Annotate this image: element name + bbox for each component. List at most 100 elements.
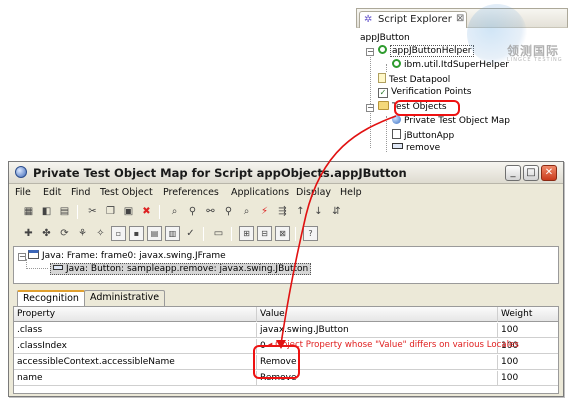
property-cell: .classIndex	[14, 339, 257, 354]
folder-icon	[378, 101, 389, 110]
window-title-bar[interactable]: Private Test Object Map for Script appOb…	[9, 162, 563, 184]
column-header-value[interactable]: Value	[257, 307, 498, 322]
column-header-weight[interactable]: Weight	[498, 307, 558, 322]
tree-guide-line	[386, 64, 387, 72]
find-icon[interactable]: ⌕	[167, 204, 182, 219]
copy-icon[interactable]: ❐	[103, 204, 118, 219]
button-object-icon	[392, 143, 403, 149]
close-icon[interactable]: ⊠	[456, 13, 464, 24]
table-view-icon[interactable]: ⊠	[275, 226, 290, 241]
object-icon[interactable]: ▪	[129, 226, 144, 241]
toolbar-primary: ▦ ◧ ▤ ✂ ❐ ▣ ✖ ⌕ ⚲ ⚯ ⚲ ⌕ ⚡ ⇶ ↑ ↓ ⇵	[13, 202, 559, 222]
refresh-icon[interactable]: ⟳	[57, 226, 72, 241]
highlight-icon[interactable]: ✧	[93, 226, 108, 241]
button-object-icon	[53, 265, 63, 270]
minimize-button[interactable]: _	[505, 165, 521, 181]
script-explorer-icon: ✲	[364, 14, 373, 25]
annotation-text: Object Property whose "Value" differs on…	[275, 340, 519, 350]
tree-item-label: jButtonApp	[404, 131, 455, 141]
clear-icon[interactable]: ⚡	[257, 204, 272, 219]
tree-item-remove-button[interactable]: Java: Button: sampleapp.remove: javax.sw…	[50, 263, 312, 275]
menu-preferences[interactable]: Preferences	[163, 187, 219, 198]
application-icon	[392, 129, 401, 139]
test-object-tree: − Java: Frame: frame0: javax.swing.JFrame…	[13, 246, 559, 284]
save-icon[interactable]: ▦	[21, 204, 36, 219]
menu-test-object[interactable]: Test Object	[100, 187, 153, 198]
tab-recognition[interactable]: Recognition	[17, 290, 85, 307]
tree-item-label: Private Test Object Map	[404, 116, 510, 126]
search-icon[interactable]: ⌕	[239, 204, 254, 219]
save-object-icon[interactable]: ▥	[165, 226, 180, 241]
object-icon[interactable]: ▫	[111, 226, 126, 241]
menu-bar: File Edit Find Test Object Preferences A…	[9, 185, 563, 201]
column-header-property[interactable]: Property	[14, 307, 257, 322]
table-row[interactable]: .class javax.swing.JButton 100	[14, 323, 558, 338]
expand-icon[interactable]: ⇵	[329, 204, 344, 219]
tree-item-remove[interactable]: remove	[392, 143, 440, 156]
tab-script-explorer[interactable]: ✲ Script Explorer ⊠	[359, 11, 467, 28]
menu-file[interactable]: File	[15, 187, 31, 198]
tree-item-private-map[interactable]: Private Test Object Map	[392, 115, 510, 128]
tab-administrative[interactable]: Administrative	[84, 290, 166, 306]
annotation-arrow-icon: ◂	[268, 340, 273, 350]
delete-icon[interactable]: ✖	[139, 204, 154, 219]
tree-item-verification-points[interactable]: ✓ Verification Points	[378, 87, 471, 100]
tree-item-label: Java: Button: sampleapp.remove: javax.sw…	[66, 264, 309, 274]
toolbar-separator	[231, 227, 232, 241]
collapse-toggle[interactable]: −	[366, 104, 374, 112]
annotation-callout: ◂ Object Property whose "Value" differs …	[268, 340, 519, 350]
tree-guide-line	[386, 116, 387, 152]
add-object-icon[interactable]: ✚	[21, 226, 36, 241]
weight-cell[interactable]: 100	[498, 323, 558, 338]
object-map-icon	[15, 166, 27, 178]
update-icon[interactable]: ✤	[39, 226, 54, 241]
split-view-icon[interactable]: ⊞	[239, 226, 254, 241]
menu-find[interactable]: Find	[71, 187, 90, 198]
help-icon[interactable]: ?	[303, 226, 318, 241]
watermark-logo: 领测国际 LINGCE TESTING	[467, 4, 571, 66]
insert-object-icon[interactable]: ◧	[39, 204, 54, 219]
tree-item-label: Verification Points	[391, 87, 472, 97]
datapool-icon	[378, 73, 386, 83]
verify-icon[interactable]: ✓	[183, 226, 198, 241]
maximize-button[interactable]: □	[523, 165, 539, 181]
weight-cell[interactable]: 100	[498, 355, 558, 370]
menu-display[interactable]: Display	[296, 187, 331, 198]
tree-item-helper[interactable]: appJButtonHelper	[378, 45, 474, 58]
tree-item-frame[interactable]: − Java: Frame: frame0: javax.swing.JFrame	[18, 250, 226, 261]
collapse-toggle[interactable]: −	[18, 253, 26, 261]
toolbar-separator	[77, 205, 78, 219]
object-map-icon	[392, 115, 401, 124]
paste-icon[interactable]: ▣	[121, 204, 136, 219]
toolbar-separator	[295, 227, 296, 241]
window-icon[interactable]: ▭	[211, 226, 226, 241]
grid-header-row: Property Value Weight	[14, 307, 558, 322]
tree-item-label: Java: Frame: frame0: javax.swing.JFrame	[42, 251, 226, 261]
menu-edit[interactable]: Edit	[43, 187, 61, 198]
insert-object-icon[interactable]: ▤	[57, 204, 72, 219]
tree-item-datapool[interactable]: Test Datapool	[378, 73, 450, 86]
watermark-subtext: LINGCE TESTING	[507, 57, 563, 63]
tree-guide-line	[26, 259, 27, 269]
property-tabs: Recognition Administrative	[13, 290, 559, 307]
value-cell[interactable]: javax.swing.JButton	[257, 323, 498, 338]
weight-cell[interactable]: 100	[498, 371, 558, 386]
menu-help[interactable]: Help	[340, 187, 362, 198]
search-icon[interactable]: ⚲	[221, 204, 236, 219]
arrow-down-icon[interactable]: ↓	[311, 204, 326, 219]
collapse-toggle[interactable]: −	[366, 48, 374, 56]
close-button[interactable]: ✕	[541, 165, 557, 181]
tree-root-label: appJButton	[360, 33, 410, 43]
panel-icon[interactable]: ▤	[147, 226, 162, 241]
weight-icon[interactable]: ⇶	[275, 204, 290, 219]
tree-item-label: appJButtonHelper	[390, 45, 474, 57]
menu-applications[interactable]: Applications	[231, 187, 289, 198]
tree-item-jbuttonapp[interactable]: jButtonApp	[392, 129, 454, 142]
grid-view-icon[interactable]: ⊟	[257, 226, 272, 241]
cut-icon[interactable]: ✂	[85, 204, 100, 219]
tree-item-label: remove	[406, 143, 441, 153]
unify-icon[interactable]: ⚯	[203, 204, 218, 219]
arrow-up-icon[interactable]: ↑	[293, 204, 308, 219]
merge-icon[interactable]: ⚘	[75, 226, 90, 241]
find-next-icon[interactable]: ⚲	[185, 204, 200, 219]
